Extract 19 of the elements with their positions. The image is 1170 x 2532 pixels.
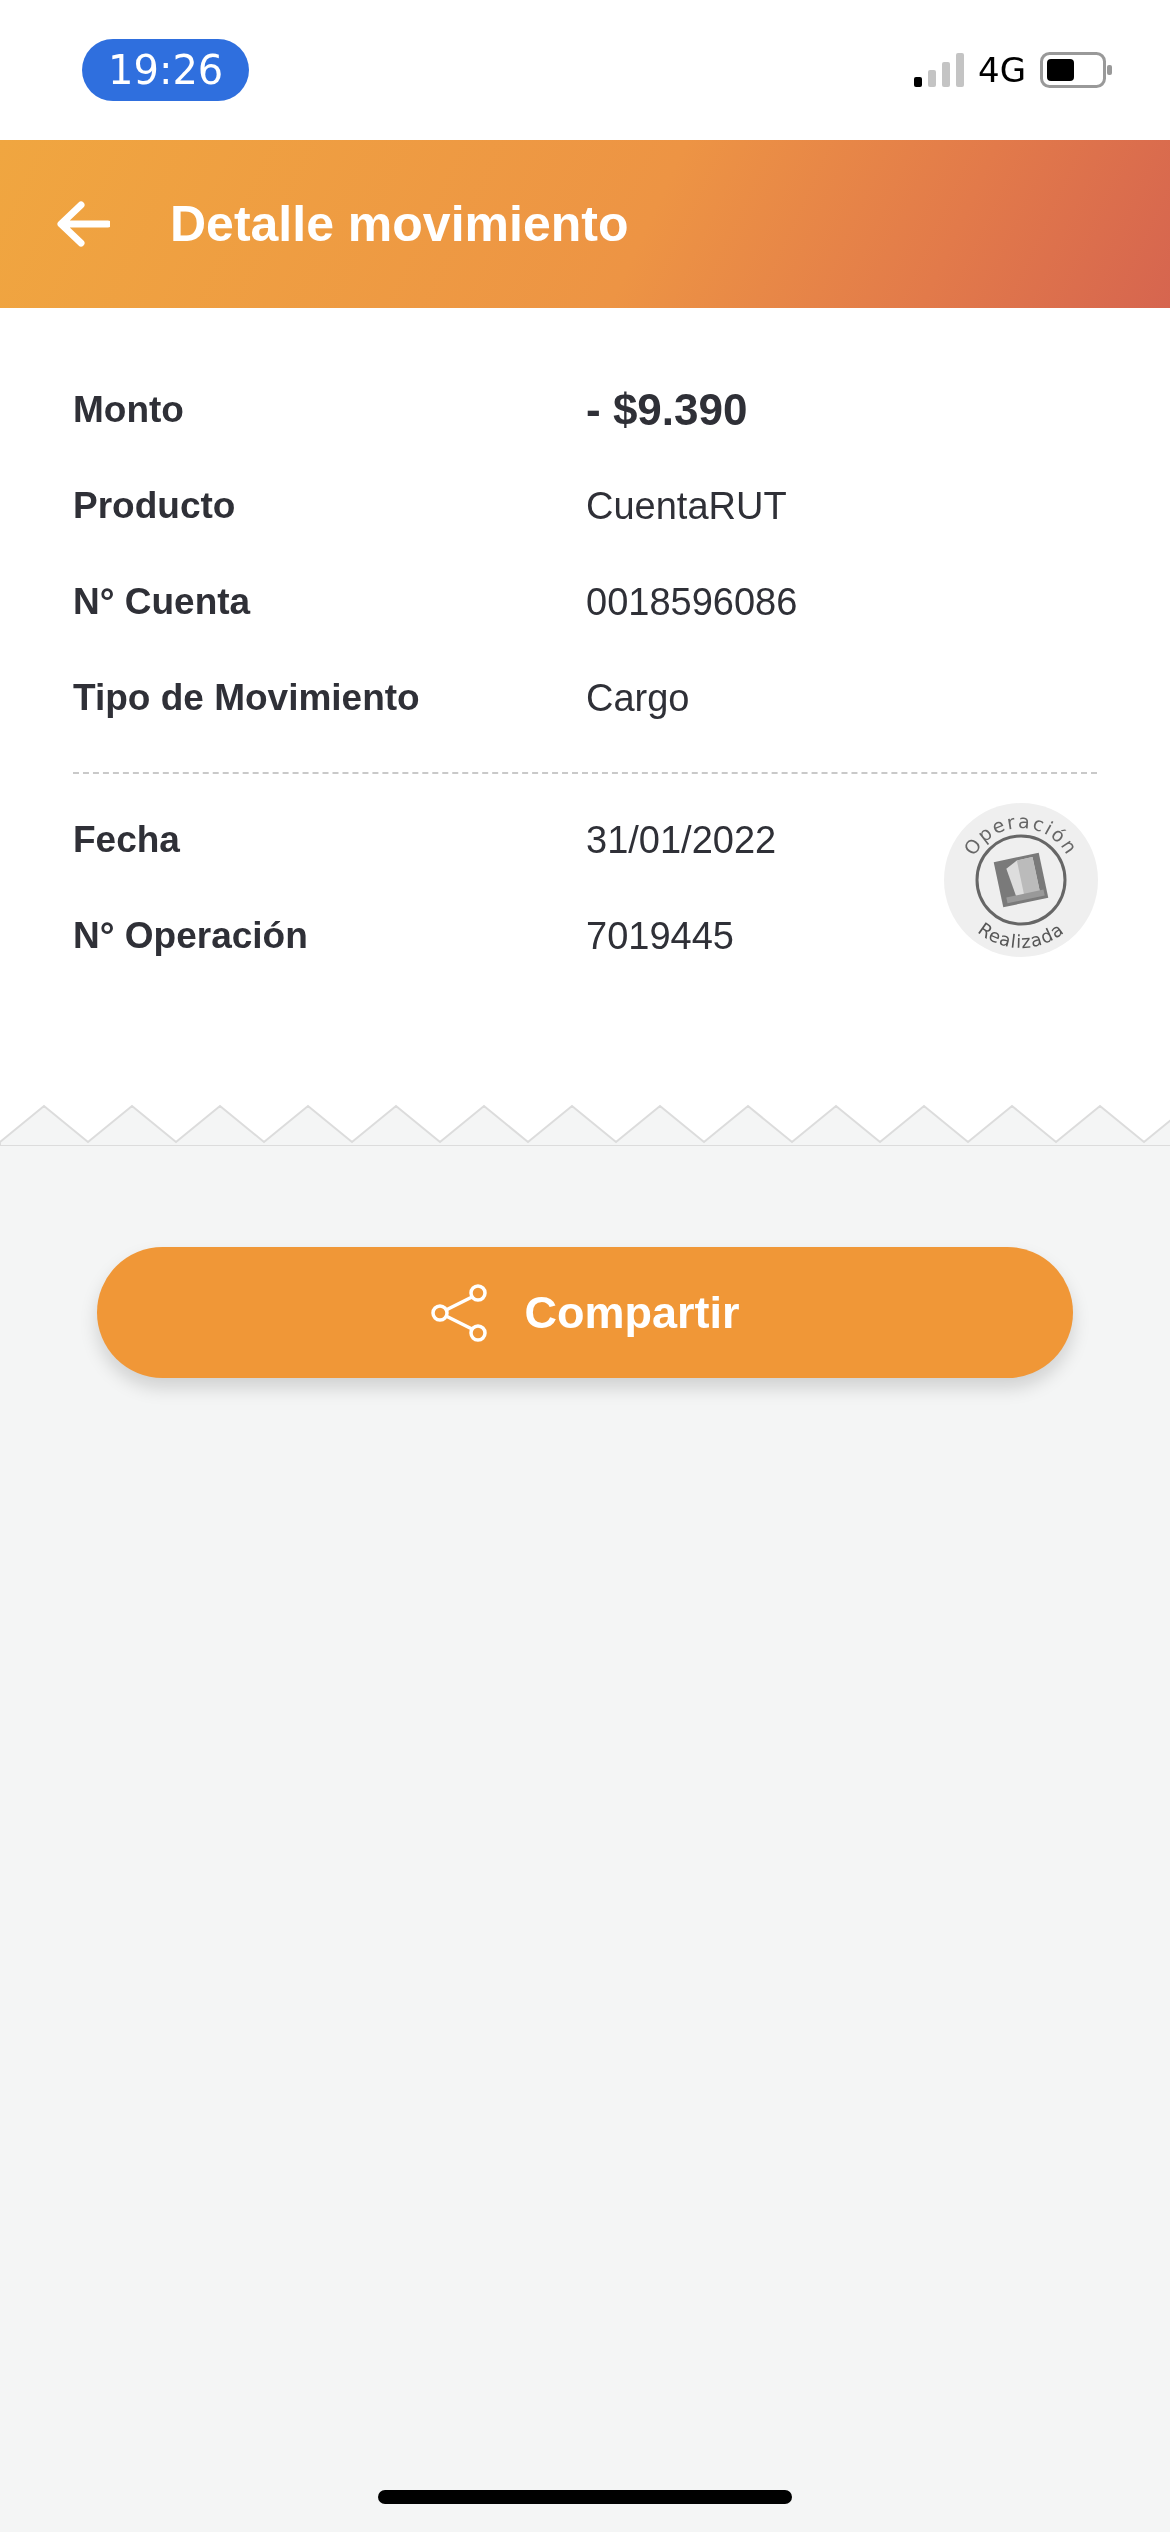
- back-button[interactable]: [56, 201, 110, 247]
- detail-label: Monto: [73, 389, 185, 431]
- detail-label: Producto: [73, 485, 237, 527]
- status-time: 19:26: [82, 39, 250, 101]
- detail-value: Cargo: [586, 676, 690, 720]
- detail-label: Fecha: [73, 819, 181, 861]
- share-button[interactable]: Compartir: [97, 1247, 1073, 1378]
- detail-value: CuentaRUT: [586, 484, 787, 528]
- detail-value: 0018596086: [586, 580, 798, 624]
- battery-icon: [1040, 52, 1112, 88]
- detail-label: N° Cuenta: [73, 581, 252, 623]
- detail-label: Tipo de Movimiento: [73, 677, 421, 719]
- network-label: 4G: [978, 50, 1026, 90]
- page-title: Detalle movimiento: [170, 195, 629, 253]
- detail-value: 7019445: [586, 914, 734, 958]
- signal-icon: [914, 53, 964, 87]
- amount-value: - $9.390: [586, 385, 748, 435]
- detail-label: N° Operación: [73, 915, 309, 957]
- detail-value: 31/01/2022: [586, 818, 777, 862]
